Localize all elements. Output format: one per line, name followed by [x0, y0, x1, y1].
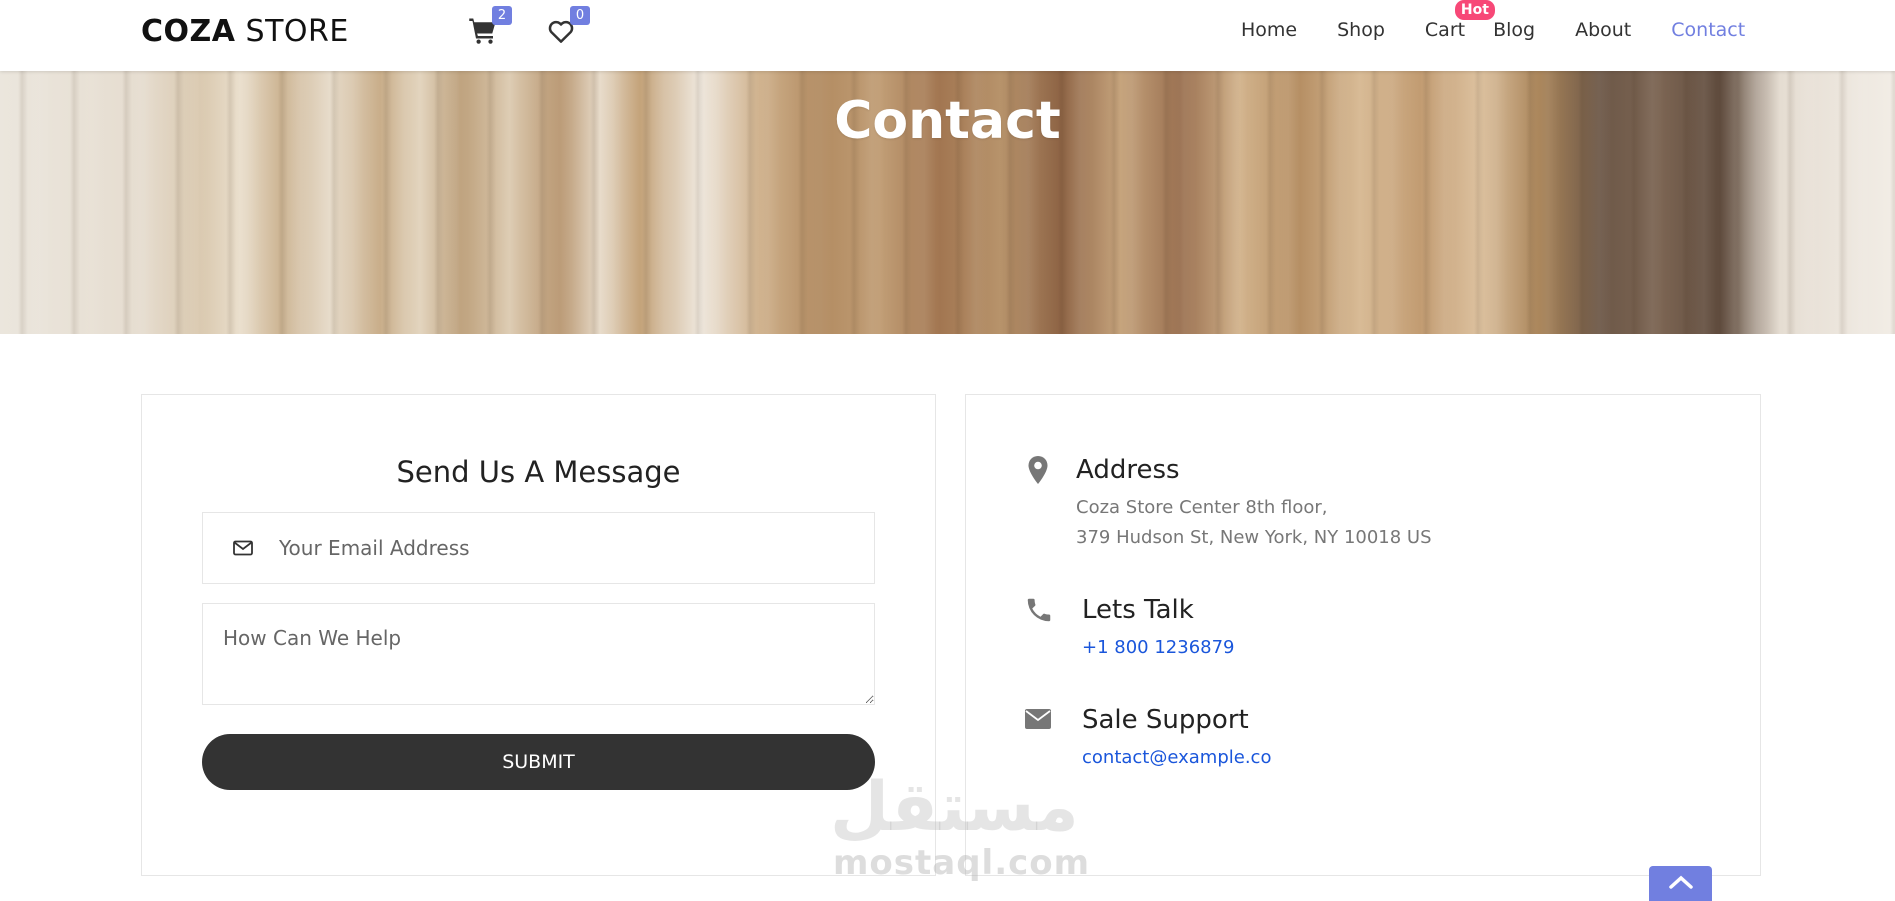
submit-button[interactable]: SUBMIT: [202, 734, 875, 790]
nav-cart-label: Cart: [1424, 19, 1466, 41]
address-line-1: Coza Store Center 8th floor,: [1076, 497, 1328, 518]
contact-info-panel: Address Coza Store Center 8th floor, 379…: [965, 394, 1761, 876]
wishlist-count-badge: 0: [570, 6, 590, 25]
nav-shop[interactable]: Shop: [1337, 19, 1385, 41]
nav-about[interactable]: About: [1575, 19, 1631, 41]
site-logo[interactable]: COZA STORE: [141, 14, 349, 49]
scroll-top-button[interactable]: [1649, 866, 1712, 901]
address-line-2: 379 Hudson St, New York, NY 10018 US: [1076, 527, 1432, 548]
logo-light: STORE: [235, 14, 349, 49]
watermark-arabic: مستقل: [830, 768, 1079, 847]
form-title: Send Us A Message: [396, 455, 681, 489]
contact-form-panel: Send Us A Message SUBMIT: [141, 394, 936, 876]
support-email-link[interactable]: contact@example.co: [1082, 747, 1271, 768]
support-title: Sale Support: [1082, 705, 1249, 735]
envelope-icon: [233, 540, 253, 556]
message-textarea[interactable]: [203, 604, 874, 704]
main-nav: Home Shop Cart Hot Blog About Contact: [1241, 0, 1785, 41]
email-input[interactable]: [279, 513, 859, 583]
page-title: Contact: [834, 91, 1061, 151]
hot-badge: Hot: [1454, 0, 1495, 20]
nav-blog[interactable]: Blog: [1493, 19, 1535, 41]
nav-cart[interactable]: Cart Hot: [1424, 0, 1495, 41]
talk-title: Lets Talk: [1082, 595, 1194, 625]
map-pin-icon: [1028, 456, 1048, 484]
cart-button[interactable]: 2: [468, 6, 512, 48]
nav-contact[interactable]: Contact: [1671, 19, 1745, 41]
chevron-up-icon: [1669, 875, 1693, 889]
wishlist-button[interactable]: 0: [546, 6, 590, 48]
watermark-latin: mostaql.com: [833, 843, 1091, 883]
email-field[interactable]: [202, 512, 875, 584]
logo-bold: COZA: [141, 14, 236, 49]
site-header: COZA STORE 2 0 Home Shop Cart Hot Blog A…: [0, 0, 1895, 71]
phone-link[interactable]: +1 800 1236879: [1082, 637, 1235, 658]
message-field[interactable]: [202, 603, 875, 705]
nav-home[interactable]: Home: [1241, 19, 1297, 41]
envelope-icon: [1025, 709, 1051, 729]
address-title: Address: [1076, 455, 1180, 485]
cart-count-badge: 2: [492, 6, 512, 25]
phone-icon: [1027, 598, 1051, 622]
